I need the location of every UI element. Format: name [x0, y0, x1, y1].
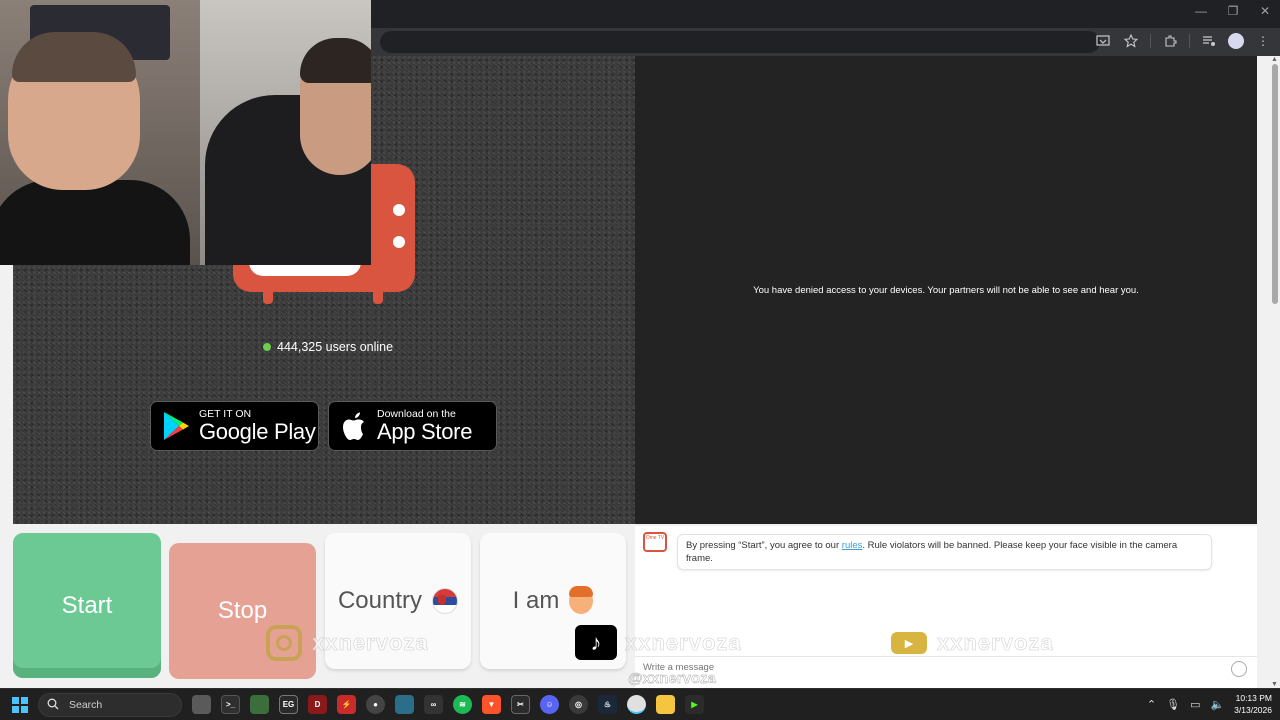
stop-button-label: Stop: [217, 597, 268, 624]
page-scrollbar[interactable]: ▲ ▼: [1270, 56, 1280, 688]
minimize-button[interactable]: —: [1194, 4, 1208, 18]
kick-icon[interactable]: ▶: [685, 695, 704, 714]
instagram-icon: [266, 625, 302, 661]
app-store-button[interactable]: Download on the App Store: [328, 401, 497, 451]
apple-icon: [343, 412, 364, 440]
message-input[interactable]: [643, 662, 1203, 673]
instagram-watermark: xxnervoza: [266, 625, 429, 661]
scroll-down-arrow-icon[interactable]: ▼: [1271, 681, 1278, 688]
restore-button[interactable]: ❐: [1226, 4, 1240, 18]
emoji-icon[interactable]: [1231, 661, 1247, 677]
obs-icon[interactable]: ●: [366, 695, 385, 714]
streamer-handle-watermark: @xxnervoza: [628, 670, 717, 687]
i-am-label: I am: [512, 587, 560, 614]
youtube-icon: ▶: [891, 632, 927, 654]
online-counter: 444,325 users online: [263, 340, 393, 354]
youtube-watermark: ▶ xxnervoza: [891, 630, 1054, 656]
tiktok-watermark: ♪ xxnervoza: [575, 625, 742, 660]
chrome-icon[interactable]: [627, 695, 646, 714]
toolbar-separator: [1150, 34, 1151, 48]
online-indicator-icon: [263, 343, 271, 351]
epic-games-icon[interactable]: EG: [279, 695, 298, 714]
close-button[interactable]: ✕: [1258, 4, 1272, 18]
rules-link[interactable]: rules: [842, 540, 863, 551]
google-play-icon: [164, 412, 189, 440]
device-denied-message: You have denied access to your devices. …: [753, 285, 1139, 296]
cast-icon[interactable]: [1094, 32, 1112, 50]
chat-panel: Ome TV By pressing “Start”, you agree to…: [635, 526, 1257, 688]
tiktok-handle: xxnervoza: [625, 629, 742, 655]
system-message-text: By pressing “Start”, you agree to our: [686, 540, 842, 551]
media-control-icon[interactable]: [1200, 32, 1218, 50]
google-play-label: Google Play: [199, 419, 316, 444]
streamlabs-icon[interactable]: ∞: [424, 695, 443, 714]
steam-icon[interactable]: ♨: [598, 695, 617, 714]
volume-icon[interactable]: 🔈: [1210, 698, 1224, 711]
toolbar-separator: [1189, 34, 1190, 48]
task-view-icon[interactable]: [192, 695, 211, 714]
screen: — ❐ ✕ ⋮ 444,325 users online GET IT ON G…: [0, 0, 1280, 720]
youtube-handle: xxnervoza: [937, 630, 1054, 656]
ometv-chat-logo: Ome TV: [643, 532, 667, 552]
app-icon-circle[interactable]: ◎: [569, 695, 588, 714]
taskbar-search[interactable]: Search: [38, 693, 182, 717]
chevron-up-icon[interactable]: ⌃: [1147, 698, 1156, 711]
google-play-button[interactable]: GET IT ON Google Play: [150, 401, 319, 451]
address-bar[interactable]: [380, 31, 1100, 53]
system-tray: ⌃ 🎙 ▭ 🔈 10:13 PM 3/13/2026: [1147, 692, 1272, 716]
brave-icon[interactable]: ▼: [482, 695, 501, 714]
app-icon-blue[interactable]: [395, 695, 414, 714]
scroll-thumb[interactable]: [1272, 64, 1278, 304]
tiktok-icon: ♪: [575, 625, 617, 660]
app-store-label: App Store: [377, 419, 473, 444]
serbia-flag-icon: [432, 588, 459, 614]
system-message: By pressing “Start”, you agree to our ru…: [677, 534, 1212, 570]
spotify-icon[interactable]: ≋: [453, 695, 472, 714]
search-icon: [47, 698, 61, 713]
network-icon[interactable]: ▭: [1190, 698, 1200, 711]
bookmark-star-icon[interactable]: [1122, 32, 1140, 50]
scroll-up-arrow-icon[interactable]: ▲: [1271, 56, 1278, 63]
clock-time: 10:13 PM: [1235, 693, 1272, 703]
search-placeholder: Search: [69, 699, 103, 711]
start-button-label: Start: [61, 591, 113, 619]
profile-avatar[interactable]: [1228, 33, 1244, 49]
windows-taskbar: Search >_ EG D ⚡ ● ∞ ≋ ▼ ✂ ☺ ◎ ♨ ▶ ⌃ 🎙 ▭…: [0, 688, 1280, 720]
terminal-icon[interactable]: >_: [221, 695, 240, 714]
extensions-icon[interactable]: [1161, 32, 1179, 50]
start-button[interactable]: Start: [13, 533, 161, 678]
app-icon-green[interactable]: [250, 695, 269, 714]
discord-icon[interactable]: ☺: [540, 695, 559, 714]
online-count-text: 444,325 users online: [277, 340, 394, 354]
instagram-handle: xxnervoza: [312, 630, 429, 656]
boy-face-icon: [569, 586, 594, 614]
country-label: Country: [337, 587, 423, 614]
windows-start-button[interactable]: [12, 697, 28, 713]
capcut-icon[interactable]: ✂: [511, 695, 530, 714]
dzl-app-icon[interactable]: D: [308, 695, 327, 714]
clock-date: 3/13/2026: [1234, 705, 1272, 715]
menu-kebab-icon[interactable]: ⋮: [1254, 32, 1272, 50]
streamer-webcam-overlay: [0, 0, 371, 265]
file-explorer-icon[interactable]: [656, 695, 675, 714]
self-video-panel: You have denied access to your devices. …: [635, 56, 1257, 524]
taskbar-clock[interactable]: 10:13 PM 3/13/2026: [1234, 692, 1272, 716]
microphone-icon[interactable]: 🎙: [1166, 698, 1180, 711]
red-app-icon[interactable]: ⚡: [337, 695, 356, 714]
